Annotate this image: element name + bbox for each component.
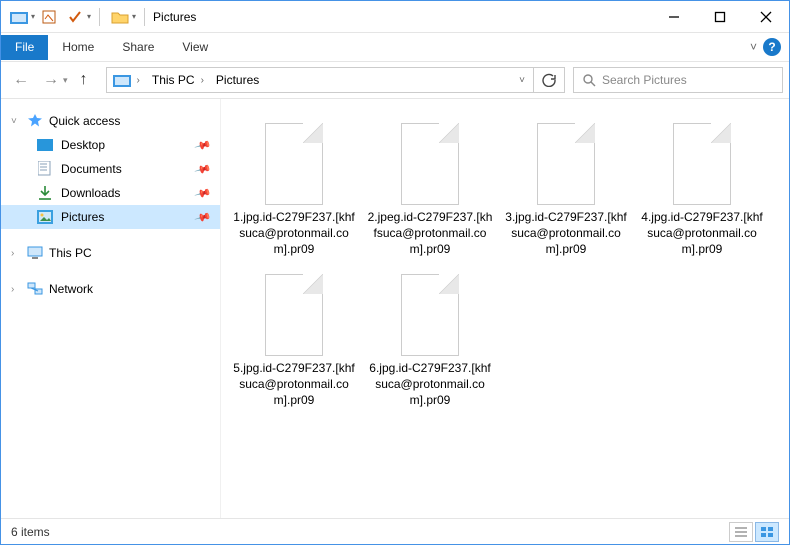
ribbon-expand-icon[interactable]: ˅ [750,40,757,54]
file-item[interactable]: 6.jpg.id-C279F237.[khfsuca@protonmail.co… [365,268,495,409]
minimize-button[interactable] [651,1,697,33]
file-item[interactable]: 2.jpeg.id-C279F237.[khfsuca@protonmail.c… [365,117,495,258]
forward-button[interactable]: → [37,66,65,94]
blank-file-icon [531,117,601,205]
sidebar: ˅ Quick access Desktop 📌 Documents 📌 Dow… [1,99,221,518]
search-input[interactable]: Search Pictures [573,67,783,93]
crumb-pictures[interactable]: Pictures [210,68,265,92]
star-icon [27,113,43,129]
crumb-root-icon[interactable]: › [107,68,146,92]
this-pc-icon [27,245,43,261]
blank-file-icon [395,117,465,205]
sidebar-label: Network [49,282,93,296]
sidebar-quick-access[interactable]: ˅ Quick access [1,109,220,133]
pin-icon: 📌 [194,208,212,226]
tab-share[interactable]: Share [108,35,168,60]
blank-file-icon [259,117,329,205]
file-item[interactable]: 3.jpg.id-C279F237.[khfsuca@protonmail.co… [501,117,631,258]
ribbon: File Home Share View ˅ ? [1,33,789,61]
refresh-button[interactable] [533,68,564,92]
sidebar-network[interactable]: › Network [1,277,220,301]
blank-file-icon [259,268,329,356]
help-icon[interactable]: ? [763,38,781,56]
network-icon [27,281,43,297]
tab-view[interactable]: View [168,35,222,60]
window-title: Pictures [153,10,196,24]
chevron-down-icon[interactable]: ˅ [11,116,21,127]
chevron-right-icon[interactable]: › [11,284,21,295]
pin-icon: 📌 [194,136,212,154]
pin-icon: 📌 [194,160,212,178]
sidebar-item-label: Downloads [61,186,120,200]
checkmark-icon[interactable] [63,5,87,29]
sidebar-item-label: Documents [61,162,122,176]
sidebar-label: This PC [49,246,92,260]
file-label: 5.jpg.id-C279F237.[khfsuca@protonmail.co… [229,360,359,409]
search-placeholder: Search Pictures [602,73,687,87]
details-view-button[interactable] [729,522,753,542]
explorer-app-icon[interactable] [7,5,31,29]
addressbar[interactable]: › This PC › Pictures ˅ [106,67,565,93]
recent-locations-dropdown[interactable]: ▾ [63,75,68,86]
crumb-label: This PC [152,73,195,87]
crumb-this-pc[interactable]: This PC › [146,68,210,92]
folder-icon [108,5,132,29]
sidebar-item-desktop[interactable]: Desktop 📌 [1,133,220,157]
folder-dropdown-icon[interactable]: ▾ [132,12,136,21]
content-area[interactable]: 1.jpg.id-C279F237.[khfsuca@protonmail.co… [221,99,789,518]
sidebar-item-pictures[interactable]: Pictures 📌 [1,205,220,229]
file-menu[interactable]: File [1,35,48,60]
sidebar-item-label: Desktop [61,138,105,152]
back-button[interactable]: ← [7,66,35,94]
qat-more-dropdown-icon[interactable]: ▾ [87,12,91,21]
file-item[interactable]: 1.jpg.id-C279F237.[khfsuca@protonmail.co… [229,117,359,258]
sidebar-this-pc[interactable]: › This PC [1,241,220,265]
pictures-icon [37,209,53,225]
qat-dropdown-icon[interactable]: ▾ [31,12,35,21]
search-icon [582,73,596,87]
blank-file-icon [395,268,465,356]
close-button[interactable] [743,1,789,33]
file-label: 4.jpg.id-C279F237.[khfsuca@protonmail.co… [637,209,767,258]
blank-file-icon [667,117,737,205]
separator [144,8,145,26]
file-item[interactable]: 5.jpg.id-C279F237.[khfsuca@protonmail.co… [229,268,359,409]
crumb-label: Pictures [216,73,259,87]
separator [99,8,100,26]
file-label: 3.jpg.id-C279F237.[khfsuca@protonmail.co… [501,209,631,258]
properties-icon[interactable] [37,5,61,29]
maximize-button[interactable] [697,1,743,33]
address-dropdown-icon[interactable]: ˅ [511,75,533,86]
sidebar-item-label: Pictures [61,210,104,224]
statusbar: 6 items [1,518,789,544]
status-count: 6 items [11,525,50,539]
file-label: 1.jpg.id-C279F237.[khfsuca@protonmail.co… [229,209,359,258]
thumbnails-view-button[interactable] [755,522,779,542]
up-button[interactable]: ↑ [70,66,98,94]
documents-icon [37,161,53,177]
chevron-right-icon[interactable]: › [137,75,140,86]
desktop-icon [37,137,53,153]
file-label: 6.jpg.id-C279F237.[khfsuca@protonmail.co… [365,360,495,409]
chevron-right-icon[interactable]: › [201,75,204,86]
sidebar-item-downloads[interactable]: Downloads 📌 [1,181,220,205]
chevron-right-icon[interactable]: › [11,248,21,259]
pin-icon: 📌 [194,184,212,202]
sidebar-item-documents[interactable]: Documents 📌 [1,157,220,181]
navbar: ← → ▾ ↑ › This PC › Pictures ˅ Search Pi… [1,61,789,99]
tab-home[interactable]: Home [48,35,108,60]
titlebar: ▾ ▾ ▾ Pictures [1,1,789,33]
file-item[interactable]: 4.jpg.id-C279F237.[khfsuca@protonmail.co… [637,117,767,258]
downloads-icon [37,185,53,201]
sidebar-label: Quick access [49,114,120,128]
file-label: 2.jpeg.id-C279F237.[khfsuca@protonmail.c… [365,209,495,258]
